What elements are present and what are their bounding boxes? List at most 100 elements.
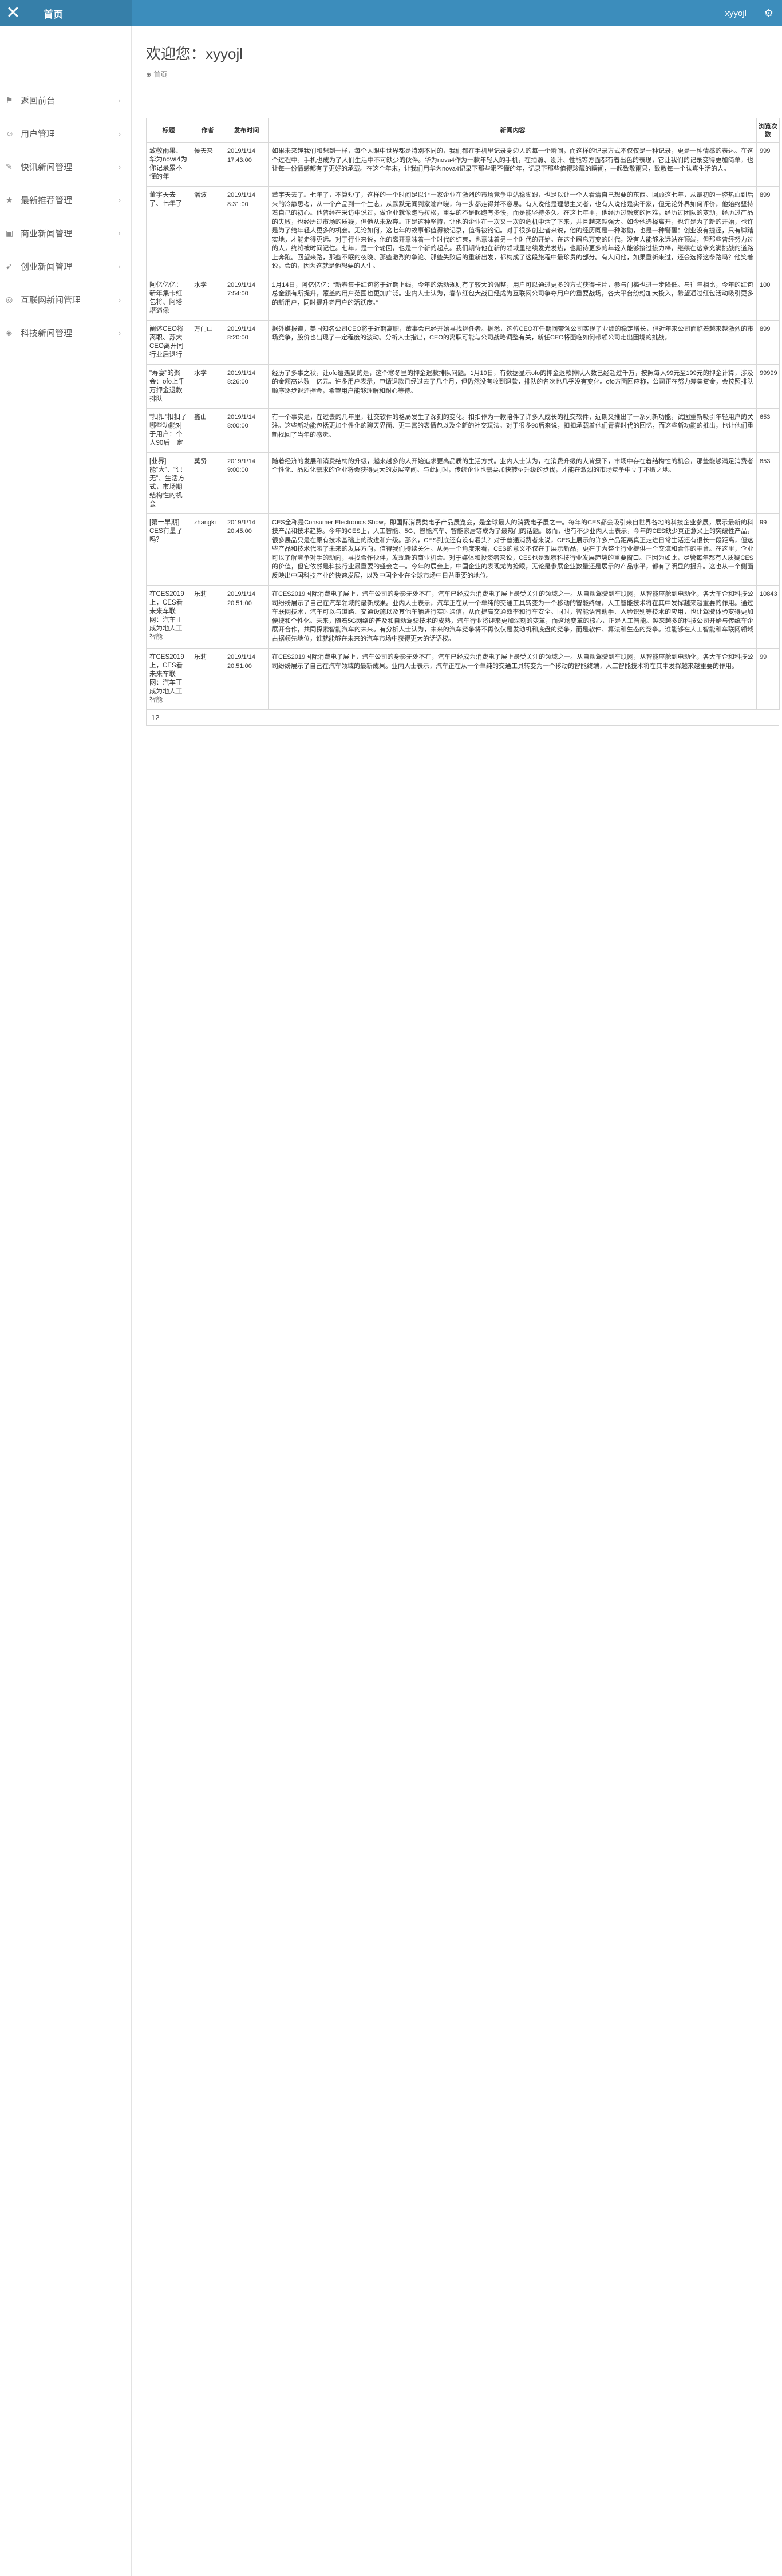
- dashboard-icon: ⊕: [146, 72, 152, 78]
- news-content: 董宇天去了。七年了，不算短了，这样的一个时间足以让一家企业在激烈的市场竞争中站稳…: [268, 186, 757, 276]
- news-views: 10843: [756, 585, 780, 649]
- news-table-wrap: 标题 作者 发布时间 新闻内容 浏览次数 致敬雨果、华为nova4为你记录累不懂的年 侯天…: [146, 118, 780, 726]
- sidebar-item-label: 快讯新闻管理: [21, 162, 73, 172]
- news-title: "寿宴"的聚会：ofo上千万押金退款排队: [146, 364, 191, 409]
- table-row: 在CES2019上，CES看未来车联网：汽车正成为地人工智能 乐莉 2019/1/1…: [146, 648, 780, 710]
- news-content: 1月14日，阿亿亿亿：“新春集卡红包将于近期上线，今年的活动规则有了较大的调整，…: [268, 275, 757, 321]
- column-header: 标题: [146, 118, 191, 143]
- news-author: 水学: [191, 364, 224, 409]
- sidebar-item-label: 返回前台: [21, 96, 56, 106]
- sidebar-item-6[interactable]: ◎ 互联网新闻管理 ›: [0, 289, 131, 310]
- news-views: 853: [756, 452, 780, 514]
- sidebar: ⚑ 返回前台 › ☺ 用户管理 › ✎ 快讯新闻管理 › ★ 最新推荐管理 › ▣ 商业新闻管理 › ➹ 创业新…: [0, 26, 132, 2576]
- news-title: [业界] 能“大”、“记无”、生活方式，市场期结构性的机会: [146, 452, 191, 514]
- news-title: 董宇天去了、七年了: [146, 186, 191, 276]
- news-content: 经历了多事之秋，让ofo遭遇到的是，这个寒冬里的押金退款排队问题。1月10日，有…: [268, 364, 757, 409]
- news-title: "扣扣"扣扣了哪些功能对于用户：个人90后一定: [146, 408, 191, 453]
- news-time: 2019/1/14 8:20:00: [224, 319, 269, 365]
- chevron-right-icon: ›: [118, 162, 121, 171]
- breadcrumb-home[interactable]: 首页: [153, 70, 167, 78]
- rocket-icon: ➹: [6, 261, 13, 271]
- news-time: 2019/1/14 17:43:00: [224, 142, 269, 187]
- main-content: 欢迎您：xyyojl ⊕ 首页 标题 作者 发布时间 新闻内容 浏览次数 致敬雨果、华为n…: [132, 26, 782, 2576]
- table-row: [业界] 能“大”、“记无”、生活方式，市场期结构性的机会 莫贤 2019/1/14…: [146, 452, 780, 514]
- table-row: "扣扣"扣扣了哪些功能对于用户：个人90后一定 鑫山 2019/1/14 8:00:…: [146, 408, 780, 453]
- logo-area: ✕ 首页: [0, 0, 132, 26]
- sidebar-item-1[interactable]: ☺ 用户管理 ›: [0, 123, 131, 144]
- news-views: 100: [756, 275, 780, 321]
- news-time: 2019/1/14 8:00:00: [224, 408, 269, 453]
- sidebar-item-4[interactable]: ▣ 商业新闻管理 ›: [0, 222, 131, 244]
- news-time: 2019/1/14 7:54:00: [224, 275, 269, 321]
- news-time: 2019/1/14 8:31:00: [224, 186, 269, 276]
- news-views: 899: [756, 319, 780, 365]
- table-body: 致敬雨果、华为nova4为你记录累不懂的年 侯天来 2019/1/14 17:43:…: [146, 142, 780, 710]
- column-header: 发布时间: [224, 118, 269, 143]
- close-icon[interactable]: ✕: [0, 0, 26, 26]
- table-row: 致敬雨果、华为nova4为你记录累不懂的年 侯天来 2019/1/14 17:43:…: [146, 142, 780, 187]
- column-header: 浏览次数: [756, 118, 780, 143]
- chevron-right-icon: ›: [118, 295, 121, 304]
- news-content: 在CES2019国际消费电子展上，汽车公司的身影无处不在，汽车已经成为消费电子展…: [268, 585, 757, 649]
- column-header: 作者: [191, 118, 224, 143]
- news-content: 在CES2019国际消费电子展上，汽车公司的身影无处不在，汽车已经成为消费电子展…: [268, 648, 757, 710]
- table-header-row: 标题 作者 发布时间 新闻内容 浏览次数: [146, 118, 780, 143]
- sidebar-item-label: 科技新闻管理: [21, 328, 73, 338]
- content-header: 欢迎您：xyyojl ⊕ 首页: [132, 26, 782, 84]
- news-author: 莫贤: [191, 452, 224, 514]
- sidebar-item-3[interactable]: ★ 最新推荐管理 ›: [0, 189, 131, 211]
- top-bar: ✕ 首页 xyyojl ⚙: [0, 0, 782, 26]
- news-views: 999: [756, 142, 780, 187]
- news-content: 如果未来趣我们和想到一样，每个人眼中世界都是特别不同的，我们都在手机里记录身边人…: [268, 142, 757, 187]
- news-views: 899: [756, 186, 780, 276]
- sidebar-item-label: 互联网新闻管理: [21, 295, 81, 305]
- news-content: 随着经济的发展和消费结构的升级，越来越多的人开始追求更高品质的生活方式。业内人士…: [268, 452, 757, 514]
- sidebar-item-5[interactable]: ➹ 创业新闻管理 ›: [0, 255, 131, 277]
- table-row: 董宇天去了、七年了 潘波 2019/1/14 8:31:00 董宇天去了。七年了，不算…: [146, 186, 780, 276]
- table-row: 在CES2019上，CES看未来车联网：汽车正成为地人工智能 乐莉 2019/1/1…: [146, 585, 780, 649]
- table-row: "寿宴"的聚会：ofo上千万押金退款排队 水学 2019/1/14 8:26:00 经…: [146, 364, 780, 409]
- briefcase-icon: ▣: [6, 228, 14, 238]
- gear-icon[interactable]: ⚙: [756, 0, 782, 26]
- news-author: 万门山: [191, 319, 224, 365]
- table-row: 阿亿亿亿：新年集卡红包将、阿塔塔遇像 水学 2019/1/14 7:54:00 1月1…: [146, 275, 780, 321]
- sidebar-item-label: 商业新闻管理: [21, 228, 73, 239]
- sidebar-item-label: 用户管理: [21, 129, 56, 139]
- news-title: 在CES2019上，CES看未来车联网：汽车正成为地人工智能: [146, 585, 191, 649]
- sidebar-item-0[interactable]: ⚑ 返回前台 ›: [0, 89, 131, 111]
- star-icon: ★: [6, 195, 13, 204]
- news-title: [第一早期] CES有量了吗？: [146, 513, 191, 586]
- news-author: 潘波: [191, 186, 224, 276]
- news-views: 653: [756, 408, 780, 453]
- news-author: zhangki: [191, 513, 224, 586]
- news-views: 99: [756, 648, 780, 710]
- news-content: 有一个事实是，在过去的几年里，社交软件的格局发生了深刻的变化。扣扣作为一款陪伴了…: [268, 408, 757, 453]
- chevron-right-icon: ›: [118, 262, 121, 271]
- news-time: 2019/1/14 20:45:00: [224, 513, 269, 586]
- news-time: 2019/1/14 8:26:00: [224, 364, 269, 409]
- news-title: 阿亿亿亿：新年集卡红包将、阿塔塔遇像: [146, 275, 191, 321]
- sidebar-menu: ⚑ 返回前台 › ☺ 用户管理 › ✎ 快讯新闻管理 › ★ 最新推荐管理 › ▣ 商业新闻管理 › ➹ 创业新…: [0, 26, 131, 343]
- app-title[interactable]: 首页: [44, 6, 63, 21]
- news-table: 标题 作者 发布时间 新闻内容 浏览次数 致敬雨果、华为nova4为你记录累不懂的年 侯天…: [146, 118, 780, 710]
- sidebar-item-2[interactable]: ✎ 快讯新闻管理 ›: [0, 156, 131, 177]
- user-icon: ☺: [6, 129, 14, 138]
- news-title: 致敬雨果、华为nova4为你记录累不懂的年: [146, 142, 191, 187]
- breadcrumb[interactable]: ⊕ 首页: [146, 69, 782, 79]
- news-author: 水学: [191, 275, 224, 321]
- user-menu[interactable]: xyyojl: [725, 9, 747, 18]
- table-row: [第一早期] CES有量了吗？ zhangki 2019/1/14 20:45:00…: [146, 513, 780, 586]
- home-icon: ⚑: [6, 95, 13, 105]
- news-content: CES全称是Consumer Electronics Show，即国际消费类电子…: [268, 513, 757, 586]
- chevron-right-icon: ›: [118, 195, 121, 204]
- column-header: 新闻内容: [268, 118, 757, 143]
- sidebar-item-7[interactable]: ◈ 科技新闻管理 ›: [0, 322, 131, 343]
- globe-icon: ◎: [6, 294, 13, 304]
- news-author: 乐莉: [191, 648, 224, 710]
- chevron-right-icon: ›: [118, 129, 121, 138]
- news-time: 2019/1/14 20:51:00: [224, 648, 269, 710]
- news-author: 侯天来: [191, 142, 224, 187]
- news-views: 99: [756, 513, 780, 586]
- news-time: 2019/1/14 9:00:00: [224, 452, 269, 514]
- sidebar-item-label: 最新推荐管理: [21, 195, 73, 206]
